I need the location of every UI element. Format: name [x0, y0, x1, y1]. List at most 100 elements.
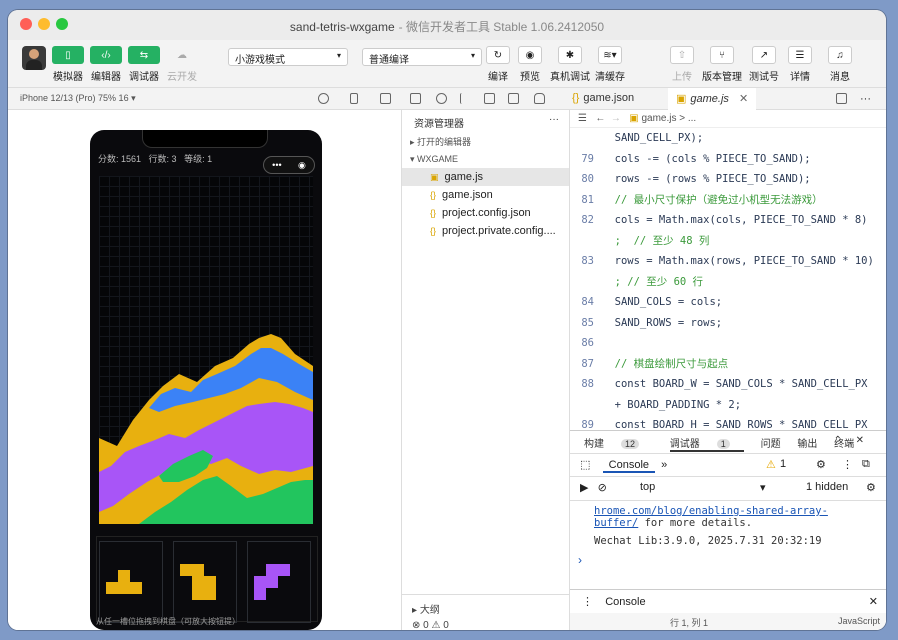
- piece-cell: [130, 582, 142, 594]
- code-line[interactable]: 83 rows = Math.max(rows, PIECE_TO_SAND *…: [570, 251, 886, 272]
- more-icon[interactable]: ···: [860, 93, 871, 105]
- game-board[interactable]: [99, 176, 313, 524]
- tab-game-json[interactable]: {} game.json: [564, 88, 642, 110]
- project-section[interactable]: ▾ WXGAME: [402, 151, 569, 168]
- chevron-down-icon: ▾: [470, 51, 475, 60]
- close-icon[interactable]: ✕: [739, 93, 748, 105]
- compile-select[interactable]: 普通编译 ▾: [362, 48, 482, 66]
- inspect-icon[interactable]: ⬚: [580, 459, 590, 471]
- code-line[interactable]: SAND_CELL_PX);: [570, 128, 886, 149]
- tab-output[interactable]: 输出: [797, 439, 817, 450]
- tab-build[interactable]: 构建 12: [584, 439, 653, 450]
- extensions-icon[interactable]: [508, 93, 519, 104]
- code-line[interactable]: 89 const BOARD_H = SAND_ROWS * SAND_CELL…: [570, 415, 886, 430]
- messages-button[interactable]: ♫ 消息: [820, 46, 860, 83]
- simulator-button[interactable]: ▯ 模拟器: [52, 46, 84, 83]
- debugger-button[interactable]: ⇆ 调试器: [128, 46, 160, 83]
- avatar[interactable]: [22, 46, 46, 70]
- clear-cache-button[interactable]: ≋▾ 清缓存: [590, 46, 630, 83]
- piece-slot-3[interactable]: [247, 541, 311, 623]
- sidebar-toggle-icon[interactable]: ▶: [580, 482, 588, 494]
- piece-cell: [266, 564, 278, 576]
- file-project-config[interactable]: {} project.config.json: [402, 204, 569, 222]
- code-line[interactable]: 86: [570, 333, 886, 354]
- record-icon[interactable]: [318, 93, 329, 104]
- clear-console-icon[interactable]: ⊘: [598, 482, 607, 494]
- context-select[interactable]: top: [640, 481, 655, 493]
- file-game-json[interactable]: {} game.json: [402, 186, 569, 204]
- code-line[interactable]: ; // 至少 60 行: [570, 272, 886, 293]
- language-mode[interactable]: JavaScript: [838, 616, 880, 626]
- phone-icon[interactable]: [350, 93, 358, 104]
- tab-game-js[interactable]: ▣ game.js ✕: [668, 88, 757, 110]
- more-icon[interactable]: •••: [272, 160, 281, 170]
- cloud-button[interactable]: ☁ 云开发: [166, 46, 198, 84]
- code-line[interactable]: 82 cols = Math.max(cols, PIECE_TO_SAND *…: [570, 210, 886, 231]
- collapse-icon[interactable]: ⌃: [834, 435, 842, 446]
- score-text: 分数: 1561: [98, 154, 142, 164]
- branch-icon[interactable]: [460, 93, 471, 104]
- outline-section[interactable]: ▸ 大纲: [412, 601, 560, 616]
- device-select[interactable]: iPhone 12/13 (Pro) 75% 16 ▾: [20, 93, 136, 104]
- open-editors-section[interactable]: ▸ 打开的编辑器: [402, 132, 569, 151]
- split-editor-icon[interactable]: [836, 93, 847, 104]
- chevron-double-right-icon[interactable]: »: [661, 459, 667, 471]
- settings-icon[interactable]: ⚙: [866, 481, 876, 494]
- window-icon[interactable]: [380, 93, 391, 104]
- close-icon[interactable]: ✕: [869, 595, 878, 608]
- close-icon[interactable]: ✕: [856, 435, 864, 446]
- preview-button[interactable]: ◉ 预览: [510, 46, 550, 83]
- hidden-count[interactable]: 1 hidden: [806, 481, 848, 493]
- more-vertical-icon[interactable]: ⋮: [582, 596, 593, 608]
- settings-icon[interactable]: ⚙: [816, 458, 826, 471]
- problems-indicator[interactable]: ⊗ 0 ⚠ 0: [412, 620, 560, 630]
- file-project-private-config[interactable]: {} project.private.config....: [402, 222, 569, 240]
- more-vertical-icon[interactable]: ⋮: [842, 458, 853, 471]
- code-line[interactable]: 87 // 棋盘绘制尺寸与起点: [570, 354, 886, 375]
- grid-icon[interactable]: [484, 93, 495, 104]
- details-button[interactable]: ☰ 详情: [780, 46, 820, 83]
- test-account-label: 测试号: [749, 72, 779, 83]
- real-debug-button[interactable]: ✱ 真机调试: [550, 46, 590, 83]
- tab-issues[interactable]: 问题: [761, 439, 781, 450]
- docker-icon[interactable]: [534, 93, 545, 104]
- forward-icon[interactable]: →: [611, 113, 621, 124]
- mini-program-capsule[interactable]: ••• ◉: [263, 156, 315, 174]
- line-text: rows -= (rows % PIECE_TO_SAND);: [602, 173, 811, 185]
- cursor-position[interactable]: 行 1, 列 1: [670, 618, 708, 628]
- upload-button[interactable]: ⇧ 上传: [662, 46, 702, 83]
- console-prompt[interactable]: ›: [570, 551, 886, 569]
- debugger-count-badge: 1: [716, 439, 730, 449]
- search-icon[interactable]: [436, 93, 447, 104]
- piece-cell: [180, 564, 192, 576]
- list-icon[interactable]: ☰: [578, 113, 587, 124]
- file-game-js[interactable]: ▣ game.js: [402, 168, 569, 186]
- piece-slot-2[interactable]: [173, 541, 237, 623]
- log-line: Wechat Lib:3.9.0, 2025.7.31 20:32:19: [594, 535, 822, 547]
- test-account-button[interactable]: ↗ 测试号: [744, 46, 784, 83]
- code-line[interactable]: 81 // 最小尺寸保护（避免过小机型无法游戏）: [570, 190, 886, 211]
- more-icon[interactable]: ···: [549, 114, 559, 125]
- editor-button[interactable]: ‹/› 编辑器: [90, 46, 122, 83]
- code-line[interactable]: + BOARD_PADDING * 2;: [570, 395, 886, 416]
- piece-slot-1[interactable]: [99, 541, 163, 623]
- mode-select[interactable]: 小游戏模式 ▾: [228, 48, 348, 66]
- code-line[interactable]: 79 cols -= (cols % PIECE_TO_SAND);: [570, 149, 886, 170]
- copy-icon[interactable]: [410, 93, 421, 104]
- line-text: // 最小尺寸保护（避免过小机型无法游戏）: [602, 193, 823, 206]
- tab-console[interactable]: Console: [602, 459, 655, 473]
- tab-debugger[interactable]: 调试器 1: [669, 439, 744, 452]
- code-line[interactable]: 80 rows -= (rows % PIECE_TO_SAND);: [570, 169, 886, 190]
- dock-icon[interactable]: ⧉: [862, 458, 870, 471]
- code-line[interactable]: 84 SAND_COLS = cols;: [570, 292, 886, 313]
- back-icon[interactable]: ←: [595, 113, 605, 124]
- code-line[interactable]: 85 SAND_ROWS = rows;: [570, 313, 886, 334]
- code-editor[interactable]: ☰ ← → ▣ game.js > ... SAND_CELL_PX); 79 c…: [570, 110, 886, 430]
- close-target-icon[interactable]: ◉: [298, 160, 306, 171]
- drawer-tab-console[interactable]: Console: [605, 596, 645, 608]
- code-line[interactable]: ; // 至少 48 列: [570, 231, 886, 252]
- code-line[interactable]: 88 const BOARD_W = SAND_COLS * SAND_CELL…: [570, 374, 886, 395]
- breadcrumb-file[interactable]: game.js: [641, 113, 676, 124]
- version-button[interactable]: ⑂ 版本管理: [702, 46, 742, 83]
- build-count-badge: 12: [621, 439, 640, 449]
